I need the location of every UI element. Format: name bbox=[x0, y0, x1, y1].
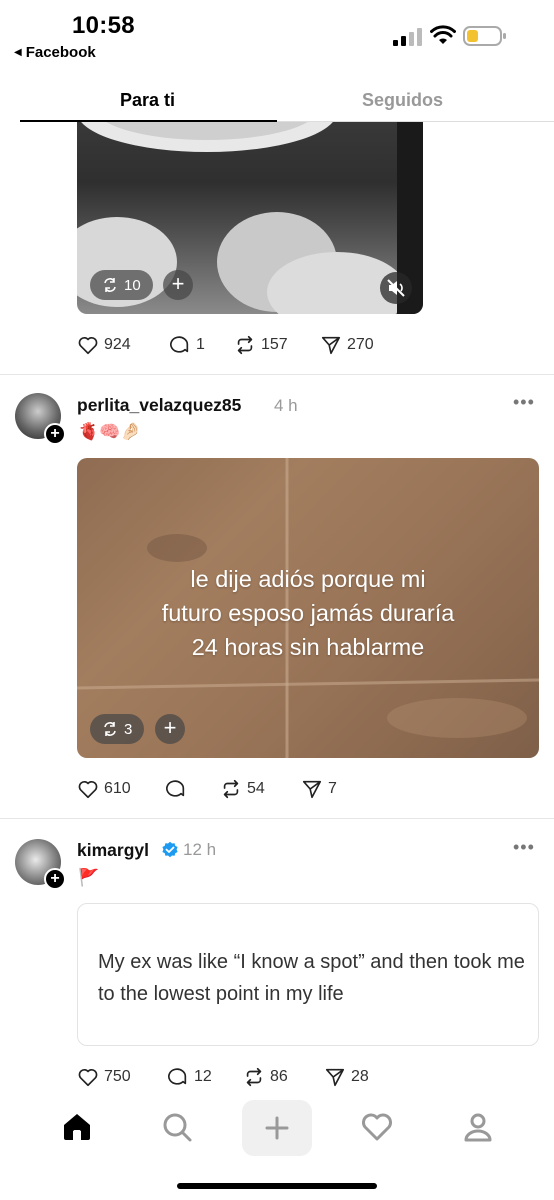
send-icon bbox=[321, 336, 341, 355]
send-icon bbox=[302, 780, 322, 799]
tab-para-ti[interactable]: Para ti bbox=[120, 90, 175, 111]
profile-icon[interactable] bbox=[461, 1110, 495, 1144]
follow-plus-button[interactable]: + bbox=[44, 868, 66, 890]
create-icon bbox=[265, 1116, 289, 1140]
wifi-icon bbox=[430, 25, 456, 44]
post-username[interactable]: perlita_velazquez85 bbox=[77, 395, 241, 416]
home-icon[interactable] bbox=[60, 1110, 94, 1144]
repost-count-pill[interactable]: 3 bbox=[90, 714, 145, 744]
post-actions: 924 1 157 270 bbox=[77, 333, 477, 357]
comment-icon bbox=[168, 1068, 187, 1085]
repost-count: 54 bbox=[247, 780, 265, 797]
share-button[interactable]: 270 bbox=[320, 334, 374, 356]
post-image[interactable]: le dije adiós porque mi futuro esposo ja… bbox=[77, 458, 539, 758]
back-app-label: Facebook bbox=[25, 44, 96, 61]
send-icon bbox=[325, 1068, 345, 1087]
post-time: 4 h bbox=[274, 396, 298, 415]
create-post-button[interactable] bbox=[242, 1100, 312, 1156]
post-separator bbox=[0, 818, 554, 819]
share-button[interactable]: 28 bbox=[324, 1066, 369, 1088]
repost-count: 3 bbox=[124, 720, 133, 738]
feed[interactable]: 10 + 924 1 157 270 + perlita_velazquez85… bbox=[0, 122, 554, 1100]
like-button[interactable]: 750 bbox=[77, 1066, 131, 1088]
heart-icon bbox=[78, 1069, 98, 1087]
repost-button[interactable]: 86 bbox=[243, 1066, 288, 1088]
post-caption: 🚩 bbox=[78, 868, 100, 887]
post-separator bbox=[0, 374, 554, 375]
repost-small-icon bbox=[104, 722, 116, 736]
comment-button[interactable]: 12 bbox=[167, 1066, 212, 1088]
like-button[interactable]: 924 bbox=[77, 334, 131, 356]
add-to-post-button[interactable]: + bbox=[155, 714, 185, 744]
home-indicator bbox=[177, 1183, 377, 1189]
search-icon[interactable] bbox=[160, 1110, 194, 1144]
repost-icon bbox=[246, 1067, 262, 1087]
repost-icon bbox=[237, 335, 253, 355]
battery-icon bbox=[463, 26, 506, 46]
comment-count: 12 bbox=[194, 1068, 212, 1085]
bottom-navigation bbox=[0, 1100, 554, 1200]
post-video[interactable]: 10 + bbox=[77, 122, 423, 314]
follow-plus-button[interactable]: + bbox=[44, 423, 66, 445]
comment-count: 1 bbox=[196, 336, 205, 353]
heart-icon bbox=[78, 337, 98, 355]
back-triangle-icon: ◀ bbox=[14, 47, 22, 58]
image-text-line-2: futuro esposo jamás duraría bbox=[161, 600, 455, 626]
cellular-signal-icon bbox=[393, 28, 422, 46]
repost-count: 157 bbox=[261, 336, 288, 353]
comment-button[interactable]: 1 bbox=[169, 334, 205, 356]
add-to-post-button[interactable]: + bbox=[163, 270, 193, 300]
like-count: 924 bbox=[104, 336, 131, 353]
share-count: 28 bbox=[351, 1068, 369, 1085]
more-options-icon[interactable]: ••• bbox=[513, 837, 535, 858]
image-text-line-1: le dije adiós porque mi bbox=[190, 566, 426, 592]
post-username[interactable]: kimargyl bbox=[77, 840, 149, 861]
tab-seguidos[interactable]: Seguidos bbox=[362, 90, 443, 111]
quoted-text: My ex was like “I know a spot” and then … bbox=[98, 951, 525, 1005]
back-to-app-link[interactable]: ◀ Facebook bbox=[14, 44, 96, 61]
comment-button[interactable] bbox=[165, 778, 192, 800]
verified-badge-icon bbox=[162, 841, 178, 858]
status-bar: 10:58 ◀ Facebook bbox=[0, 0, 554, 74]
share-button[interactable]: 7 bbox=[301, 778, 337, 800]
share-count: 7 bbox=[328, 780, 337, 797]
activity-heart-icon[interactable] bbox=[360, 1110, 394, 1144]
post-caption: 🫀🧠🤌🏻 bbox=[78, 422, 142, 441]
repost-count: 86 bbox=[270, 1068, 288, 1085]
like-count: 750 bbox=[104, 1068, 131, 1085]
repost-small-icon bbox=[104, 278, 116, 292]
feed-tabs: Para ti Seguidos bbox=[0, 80, 554, 122]
comment-icon bbox=[166, 780, 185, 797]
speaker-muted-icon bbox=[387, 279, 405, 297]
post-time: 12 h bbox=[183, 840, 217, 859]
mute-toggle-button[interactable] bbox=[380, 272, 412, 304]
like-count: 610 bbox=[104, 780, 131, 797]
comment-icon bbox=[170, 336, 189, 353]
image-text-line-3: 24 horas sin hablarme bbox=[191, 634, 425, 660]
repost-button[interactable]: 157 bbox=[234, 334, 288, 356]
repost-icon bbox=[223, 779, 239, 799]
post-actions: 610 54 7 bbox=[77, 777, 477, 801]
repost-count: 10 bbox=[124, 276, 141, 294]
repost-count-pill[interactable]: 10 bbox=[90, 270, 153, 300]
post-actions: 750 12 86 28 bbox=[77, 1065, 477, 1089]
share-count: 270 bbox=[347, 336, 374, 353]
quoted-text-card[interactable]: My ex was like “I know a spot” and then … bbox=[77, 903, 539, 1046]
clock: 10:58 bbox=[72, 12, 135, 39]
repost-button[interactable]: 54 bbox=[220, 778, 265, 800]
more-options-icon[interactable]: ••• bbox=[513, 392, 535, 413]
heart-icon bbox=[78, 781, 98, 799]
like-button[interactable]: 610 bbox=[77, 778, 131, 800]
